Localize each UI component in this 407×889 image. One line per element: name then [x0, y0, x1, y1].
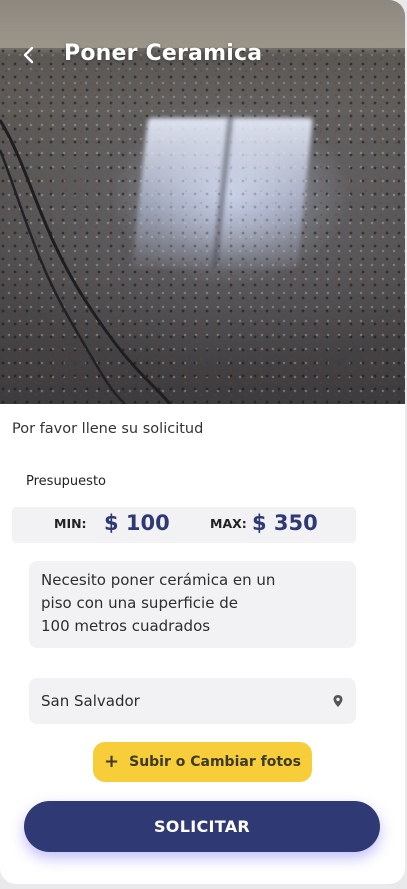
- upload-photos-label: Subir o Cambiar fotos: [129, 754, 301, 770]
- description-line: 100 metros cuadrados: [41, 617, 211, 635]
- location-pin-icon: [333, 695, 343, 707]
- app-screen: Poner Ceramica Por favor llene su solici…: [0, 0, 405, 884]
- description-textarea[interactable]: Necesito poner cerámica en un piso con u…: [29, 561, 356, 648]
- plus-icon: +: [104, 751, 120, 772]
- budget-max-value[interactable]: $ 350: [252, 511, 318, 535]
- submit-label: SOLICITAR: [153, 817, 251, 836]
- chevron-left-icon: [23, 46, 34, 64]
- back-button[interactable]: [14, 40, 44, 70]
- budget-range: MIN: $ 100 MAX: $ 350: [12, 507, 356, 543]
- budget-label: Presupuesto: [26, 474, 106, 489]
- submit-button[interactable]: SOLICITAR: [24, 801, 380, 852]
- description-line: piso con una superficie de: [41, 594, 238, 612]
- budget-min-label: MIN:: [54, 516, 87, 531]
- budget-min-value[interactable]: $ 100: [104, 511, 170, 535]
- form-intro-text: Por favor llene su solicitud: [12, 421, 204, 437]
- location-field[interactable]: San Salvador: [29, 678, 356, 724]
- location-value: San Salvador: [41, 692, 140, 710]
- budget-max-label: MAX:: [210, 516, 247, 531]
- page-title: Poner Ceramica: [64, 41, 263, 66]
- upload-photos-button[interactable]: + Subir o Cambiar fotos: [93, 742, 312, 782]
- description-line: Necesito poner cerámica en un: [41, 571, 276, 589]
